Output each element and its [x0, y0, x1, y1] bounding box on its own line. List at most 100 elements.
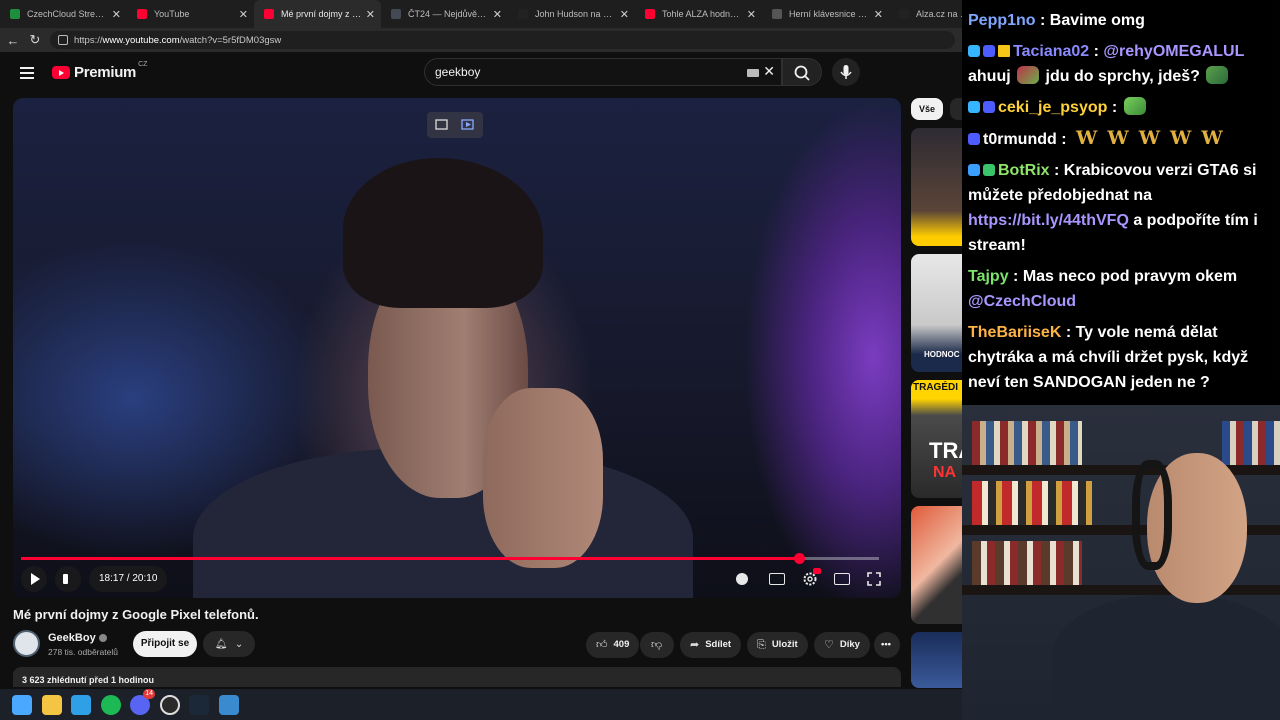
- chat-text: :: [1089, 43, 1104, 60]
- thumbnail-text: NA: [933, 464, 957, 481]
- miniplayer-icon[interactable]: [834, 573, 850, 585]
- recommended-thumbnail[interactable]: [911, 632, 962, 688]
- tab-close-icon[interactable]: ✕: [493, 8, 502, 21]
- more-actions-button[interactable]: •••: [874, 632, 900, 658]
- address-bar-row: ← ↻ https://www.youtube.com/watch?v=5r5f…: [0, 28, 962, 52]
- share-button[interactable]: ➦ Sdílet: [680, 632, 742, 658]
- obs-icon[interactable]: [159, 694, 180, 715]
- chat-username[interactable]: t0rmundd: [983, 131, 1057, 148]
- chat-text: :: [1056, 131, 1071, 148]
- thanks-button[interactable]: ♡ Díky: [814, 632, 870, 658]
- keyboard-icon[interactable]: [747, 69, 759, 77]
- recommended-thumbnail[interactable]: HODNOC: [911, 254, 962, 372]
- browser-tab[interactable]: Herní klávesnice Raptur ✕: [762, 0, 889, 28]
- tab-close-icon[interactable]: ✕: [747, 8, 756, 21]
- books: [1222, 421, 1280, 465]
- progress-scrubber[interactable]: [794, 553, 806, 564]
- chat-username[interactable]: Tajpy: [968, 268, 1009, 285]
- chat-username[interactable]: Pepp1no: [968, 12, 1036, 29]
- like-button[interactable]: 👍︎ 409: [586, 632, 640, 658]
- browser-tab[interactable]: Tohle ALZA hodně po** ✕: [635, 0, 762, 28]
- video-overlay-controls[interactable]: [427, 112, 483, 138]
- discord-icon[interactable]: 14: [130, 688, 155, 715]
- chat-message: Taciana02 : @rehyOMEGALUL ahuuj jdu do s…: [968, 39, 1280, 89]
- windows-icon[interactable]: [12, 694, 32, 715]
- browser-tab[interactable]: ČT24 — Nejdůvěryhodn ✕: [381, 0, 508, 28]
- steam-icon[interactable]: [189, 694, 209, 715]
- chat-username[interactable]: BotRix: [998, 162, 1050, 179]
- chat-badge-icon: [968, 101, 980, 113]
- fullscreen-icon[interactable]: [866, 571, 882, 587]
- edge-icon[interactable]: [71, 694, 91, 715]
- video-progress-bar[interactable]: [21, 553, 879, 564]
- browser-tab[interactable]: Mé první dojmy z Googl ✕: [254, 0, 381, 28]
- chat-emote-icon: [1123, 97, 1146, 115]
- tab-close-icon[interactable]: ✕: [239, 8, 248, 21]
- save-button[interactable]: ⎘ Uložit: [747, 632, 808, 658]
- back-icon[interactable]: ←: [2, 33, 24, 48]
- search-button[interactable]: [782, 58, 822, 86]
- file-explorer-icon[interactable]: [41, 694, 62, 715]
- voice-search-button[interactable]: [832, 58, 860, 86]
- search-input[interactable]: geekboy ✕: [424, 58, 782, 86]
- chat-username[interactable]: TheBariiseK: [968, 324, 1061, 341]
- spotify-icon[interactable]: [100, 694, 121, 715]
- tab-close-icon[interactable]: ✕: [366, 8, 375, 21]
- browser-tab[interactable]: Alza.cz na platfo: [889, 0, 962, 28]
- browser-tab[interactable]: YouTube ✕: [127, 0, 254, 28]
- chip-all[interactable]: Vše: [911, 98, 943, 120]
- microphone-icon: [840, 65, 852, 79]
- notifications-button[interactable]: 🔔︎ ⌄: [203, 631, 255, 657]
- search-value: geekboy: [435, 65, 481, 79]
- tab-favicon-icon: [137, 9, 147, 19]
- chat-text: ahuuj: [968, 68, 1016, 85]
- menu-icon[interactable]: [20, 67, 34, 79]
- volume-button[interactable]: [55, 566, 81, 592]
- recommended-thumbnail[interactable]: [911, 506, 962, 624]
- chat-username[interactable]: Taciana02: [1013, 43, 1089, 60]
- chat-badge-icon: [968, 164, 980, 176]
- tab-close-icon[interactable]: ✕: [620, 8, 629, 21]
- chat-link[interactable]: https://bit.ly/44thVFQ: [968, 212, 1129, 229]
- tab-close-icon[interactable]: ✕: [874, 8, 883, 21]
- chat-badge-icon: [983, 164, 995, 176]
- chat-username[interactable]: ceki_je_psyop: [998, 99, 1107, 116]
- chat-mention[interactable]: @CzechCloud: [968, 293, 1076, 310]
- url-prefix: https://: [74, 34, 103, 46]
- chat-message: BotRix : Krabicovou verzi GTA6 si můžete…: [968, 158, 1280, 258]
- video-player[interactable]: 18:17 / 20:10: [13, 98, 901, 598]
- tab-title: John Hudson na platfor: [535, 9, 616, 19]
- chat-message: Pepp1no : Bavime omg: [968, 8, 1280, 33]
- clear-search-icon[interactable]: ✕: [763, 63, 775, 80]
- browser-tab-strip: CzechCloud Stream - W✕YouTube✕Mé první d…: [0, 0, 962, 28]
- join-button[interactable]: Připojit se: [133, 631, 197, 657]
- url-field[interactable]: https://www.youtube.com/watch?v=5r5fDM03…: [50, 31, 955, 49]
- description-box[interactable]: 3 623 zhlédnutí před 1 hodinou: [13, 667, 901, 687]
- autoplay-toggle-icon[interactable]: [736, 573, 748, 585]
- subtitles-icon[interactable]: [769, 573, 785, 585]
- notification-badge: 14: [143, 688, 155, 699]
- subscriber-count: 278 tis. odběratelů: [48, 647, 118, 657]
- browser-tab[interactable]: CzechCloud Stream - W ✕: [0, 0, 127, 28]
- recommended-thumbnail[interactable]: [911, 128, 962, 246]
- chat-badge-icon: [983, 45, 995, 57]
- app-icon[interactable]: [218, 694, 239, 715]
- picture-in-picture-icon[interactable]: [427, 112, 483, 138]
- site-info-icon[interactable]: [58, 35, 68, 45]
- progress-fill: [21, 557, 800, 560]
- youtube-logo[interactable]: Premium CZ: [52, 61, 147, 81]
- channel-name[interactable]: GeekBoy: [48, 632, 107, 644]
- heart-dollar-icon: ♡: [824, 639, 834, 651]
- play-button[interactable]: [21, 566, 47, 592]
- bookshelf: [962, 585, 1280, 595]
- recommended-thumbnail[interactable]: TRAGÉDI TRA NA: [911, 380, 962, 498]
- tab-close-icon[interactable]: ✕: [112, 8, 121, 21]
- chat-message: t0rmundd : WWWWW: [968, 126, 1280, 152]
- dislike-button[interactable]: 👎︎: [640, 632, 674, 658]
- chat-message: Tajpy : Mas neco pod pravym okem @CzechC…: [968, 264, 1280, 314]
- reload-icon[interactable]: ↻: [24, 32, 46, 48]
- chat-emote-w: W: [1076, 127, 1098, 149]
- browser-tab[interactable]: John Hudson na platfor ✕: [508, 0, 635, 28]
- channel-avatar[interactable]: [13, 630, 40, 657]
- chat-mention[interactable]: @rehyOMEGALUL: [1103, 43, 1244, 60]
